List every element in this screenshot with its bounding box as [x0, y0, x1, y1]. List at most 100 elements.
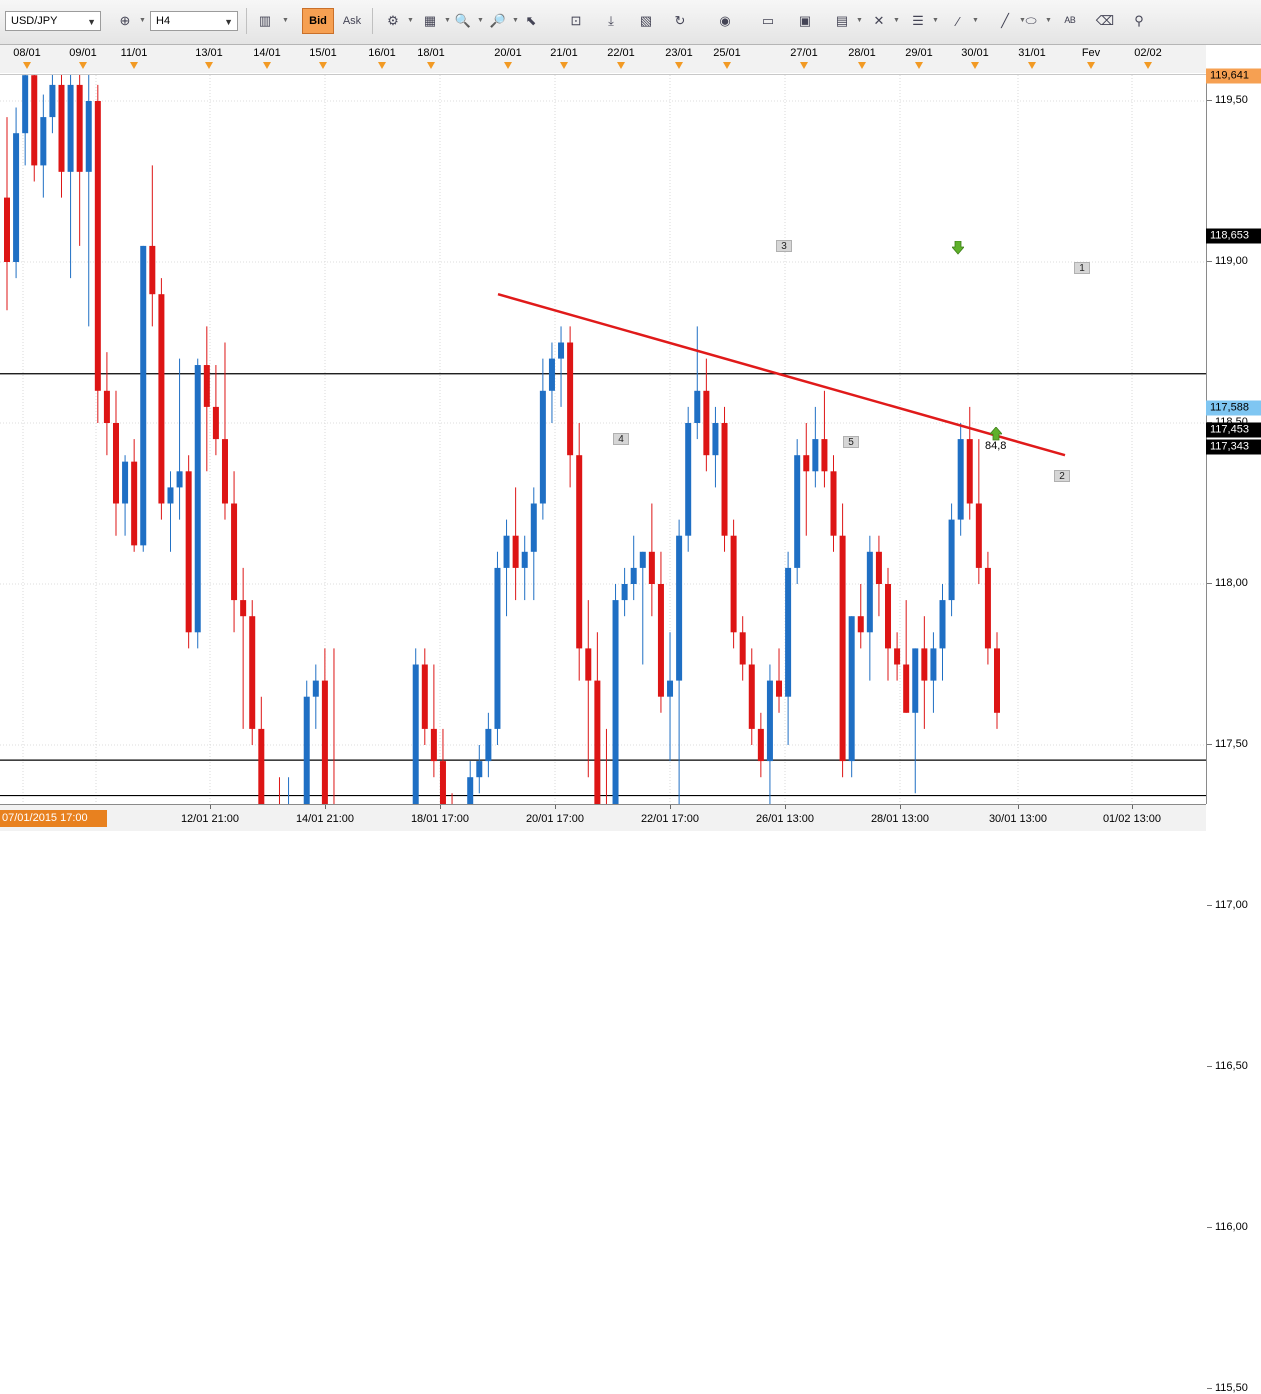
ruler-icon[interactable]: ▭	[755, 8, 781, 34]
candle-body	[49, 84, 56, 118]
candle-body	[58, 84, 65, 172]
session-marker-icon[interactable]	[675, 62, 683, 69]
candle-body	[903, 664, 910, 713]
candle-body	[894, 648, 901, 665]
point-label-3[interactable]: 3	[776, 240, 792, 252]
refresh-icon[interactable]: ↻	[667, 8, 693, 34]
candle-body	[421, 664, 428, 729]
image-icon[interactable]: ▣	[792, 8, 818, 34]
zoom-in-icon[interactable]: 🔍	[450, 8, 476, 34]
candle-body	[939, 600, 946, 649]
session-marker-icon[interactable]	[971, 62, 979, 69]
fit-icon[interactable]: ⤓	[598, 8, 624, 34]
candle-body	[730, 535, 737, 633]
chart-type-icon[interactable]: ▦	[417, 8, 443, 34]
globe-icon[interactable]: ◉	[712, 8, 738, 34]
session-marker-icon[interactable]	[858, 62, 866, 69]
price-label: 119,50	[1215, 94, 1248, 106]
session-marker-icon[interactable]	[800, 62, 808, 69]
indicators-icon[interactable]: ⚙	[380, 8, 406, 34]
chevron-down-icon: ▼	[407, 17, 414, 24]
bid-button[interactable]: Bid	[302, 8, 334, 34]
text-icon[interactable]: ᴬᴮ	[1057, 8, 1083, 34]
candle-body	[994, 648, 1000, 713]
cursor-icon[interactable]: ⬉	[518, 8, 544, 34]
save-image-icon[interactable]: ▤	[829, 8, 855, 34]
session-marker-icon[interactable]	[23, 62, 31, 69]
signal-value: 84,8	[985, 440, 1007, 452]
chevron-down-icon: ▼	[1045, 17, 1052, 24]
price-label: 116,00	[1215, 1221, 1248, 1233]
date-label: 25/01	[713, 47, 741, 59]
time-label: 20/01 17:00	[525, 813, 585, 825]
ask-button[interactable]: Ask	[338, 8, 366, 34]
chart-area[interactable]: 1 2 3 4 5 84,8	[0, 74, 1206, 805]
point-label-4[interactable]: 4	[613, 433, 629, 445]
sell-signal-arrow-icon	[951, 240, 965, 255]
session-marker-icon[interactable]	[1028, 62, 1036, 69]
template-icon[interactable]: ▧	[633, 8, 659, 34]
date-label: 30/01	[961, 47, 989, 59]
price-label: 118,00	[1215, 577, 1248, 589]
zoom-area-icon[interactable]: ⊡	[563, 8, 589, 34]
session-marker-icon[interactable]	[378, 62, 386, 69]
timeframe-select[interactable]: H4 ▼	[150, 11, 238, 31]
candle-body	[112, 423, 119, 504]
chevron-down-icon: ▼	[972, 17, 979, 24]
candlestick-chart[interactable]	[0, 75, 1206, 805]
symbol-select[interactable]: USD/JPY ▼	[5, 11, 101, 31]
date-label: 18/01	[417, 47, 445, 59]
time-tick	[900, 805, 901, 809]
candle-body	[957, 439, 964, 520]
candle-body	[40, 117, 47, 166]
session-marker-icon[interactable]	[1087, 62, 1095, 69]
draw-line-icon[interactable]: ∕	[945, 8, 971, 34]
time-axis[interactable]: 12/01 21:00 14/01 21:00 18/01 17:00 20/01 1…	[0, 804, 1206, 831]
date-label: 13/01	[195, 47, 223, 59]
compare-symbol-icon[interactable]: ⊕	[112, 8, 138, 34]
candle-body	[757, 728, 764, 762]
candle-body	[530, 503, 537, 552]
horizontal-lines-icon[interactable]: ☰	[905, 8, 931, 34]
price-tick	[1207, 261, 1212, 262]
candle-body	[558, 342, 565, 359]
buy-signal-arrow-icon	[989, 426, 1003, 441]
candle-body	[966, 439, 973, 504]
session-marker-icon[interactable]	[205, 62, 213, 69]
crosshair-icon[interactable]: ✕	[866, 8, 892, 34]
candle-body	[830, 471, 837, 536]
point-label-5[interactable]: 5	[843, 436, 859, 448]
ellipse-icon[interactable]: ⬭	[1018, 8, 1044, 34]
candle-body	[31, 75, 38, 166]
object-tree-icon[interactable]: ⚲	[1126, 8, 1152, 34]
date-label: 20/01	[494, 47, 522, 59]
candle-body	[576, 455, 583, 649]
session-marker-icon[interactable]	[617, 62, 625, 69]
session-marker-icon[interactable]	[319, 62, 327, 69]
session-marker-icon[interactable]	[560, 62, 568, 69]
eraser-icon[interactable]: ⌫	[1092, 8, 1118, 34]
session-marker-icon[interactable]	[79, 62, 87, 69]
trendline-label-2[interactable]: 2	[1054, 470, 1070, 482]
candle-body	[131, 461, 138, 546]
session-marker-icon[interactable]	[723, 62, 731, 69]
chart-style-icon[interactable]: ▥	[252, 8, 278, 34]
session-marker-icon[interactable]	[263, 62, 271, 69]
session-marker-icon[interactable]	[504, 62, 512, 69]
time-label: 22/01 17:00	[640, 813, 700, 825]
zoom-out-icon[interactable]: 🔎	[485, 8, 511, 34]
candle-body	[185, 471, 192, 633]
chevron-down-icon: ▼	[856, 17, 863, 24]
candle-body	[103, 390, 110, 423]
trend-line-icon[interactable]: ╱	[992, 8, 1018, 34]
session-marker-icon[interactable]	[915, 62, 923, 69]
session-marker-icon[interactable]	[1144, 62, 1152, 69]
candle-body	[203, 365, 210, 407]
candle-body	[430, 728, 437, 762]
candle-body	[794, 455, 801, 568]
session-marker-icon[interactable]	[427, 62, 435, 69]
session-marker-icon[interactable]	[130, 62, 138, 69]
trendline-label-1[interactable]: 1	[1074, 262, 1090, 274]
candle-body	[639, 551, 646, 568]
candle-body	[4, 197, 10, 262]
